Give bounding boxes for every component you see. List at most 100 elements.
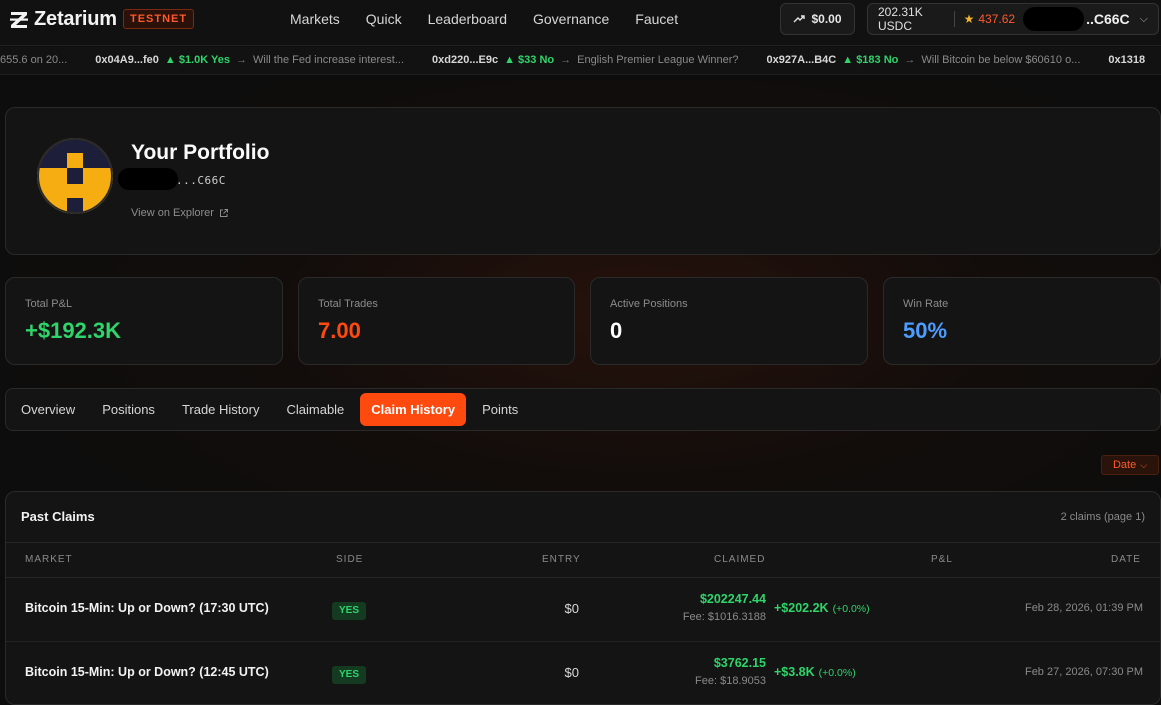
- stat-value: 7.00: [318, 318, 361, 343]
- arrow-right-icon: →: [560, 54, 572, 66]
- tab-trade-history[interactable]: Trade History: [171, 393, 271, 426]
- column-header-pnl: P&L: [931, 554, 953, 565]
- pnl-percent: (+0.0%): [818, 667, 856, 679]
- ticker-amount: ▲ $183 No: [842, 54, 899, 66]
- nav-leaderboard[interactable]: Leaderboard: [428, 11, 507, 27]
- fee-value: Fee: $1016.3188: [682, 611, 766, 623]
- brand-name: Zetarium: [34, 8, 117, 30]
- stat-total-trades: Total Trades 7.00: [298, 277, 575, 365]
- activity-ticker: 655.6 on 20... 0x04A9...fe0 ▲ $1.0K Yes …: [0, 47, 1161, 75]
- claimed-value: $202247.44: [699, 592, 766, 606]
- tab-claim-history[interactable]: Claim History: [360, 393, 467, 426]
- portfolio-header-card: Your Portfolio ...C66C View on Explorer: [5, 107, 1161, 255]
- stat-label: Active Positions: [610, 298, 688, 310]
- points-value: 437.62: [978, 12, 1016, 26]
- market-name: Bitcoin 15-Min: Up or Down? (17:30 UTC): [25, 601, 269, 615]
- ticker-item[interactable]: 0x927A...B4C ▲ $183 No → Will Bitcoin be…: [767, 54, 1081, 66]
- tab-positions[interactable]: Positions: [91, 393, 166, 426]
- column-header-market: MARKET: [25, 554, 73, 565]
- star-icon: ★: [963, 12, 975, 26]
- portfolio-tabs: Overview Positions Trade History Claimab…: [5, 388, 1161, 431]
- ticker-amount: ▲ $1.0K Yes: [164, 54, 231, 66]
- page-title: Your Portfolio: [131, 141, 270, 164]
- chevron-down-icon: ⌵: [1140, 459, 1148, 470]
- stat-label: Total Trades: [318, 298, 378, 310]
- stat-total-pnl: Total P&L +$192.3K: [5, 277, 283, 365]
- redacted-address: [1023, 7, 1085, 31]
- pnl-value: +$3.8K: [774, 665, 815, 679]
- claim-date: Feb 28, 2026, 01:39 PM: [1024, 602, 1143, 614]
- tab-claimable[interactable]: Claimable: [275, 393, 355, 426]
- external-link-icon: [219, 209, 228, 217]
- sort-date-dropdown[interactable]: Date ⌵: [1101, 455, 1159, 475]
- avatar: [37, 138, 113, 214]
- column-header-side: SIDE: [336, 554, 364, 565]
- view-on-explorer-link[interactable]: View on Explorer: [131, 207, 229, 219]
- stat-label: Win Rate: [903, 298, 949, 310]
- ticker-address: 0x1318: [1108, 54, 1146, 66]
- network-badge: TESTNET: [123, 9, 195, 29]
- pnl-button[interactable]: $0.00: [780, 3, 855, 35]
- nav-faucet[interactable]: Faucet: [635, 11, 678, 27]
- claim-date: Feb 27, 2026, 07:30 PM: [1024, 666, 1143, 678]
- wallet-address-suffix: ...C66C: [176, 174, 226, 187]
- arrow-right-icon: →: [904, 54, 916, 66]
- explorer-link-label: View on Explorer: [131, 207, 214, 219]
- past-claims-table: Past Claims 2 claims (page 1) MARKET SID…: [5, 491, 1161, 705]
- column-header-entry: ENTRY: [542, 554, 581, 565]
- side-badge: YES: [332, 666, 366, 684]
- redacted-address: [118, 168, 178, 190]
- tab-overview[interactable]: Overview: [10, 393, 86, 426]
- stat-active-positions: Active Positions 0: [590, 277, 868, 365]
- table-header: MARKET SIDE ENTRY CLAIMED P&L DATE: [6, 542, 1160, 578]
- identicon-icon: [37, 138, 113, 214]
- divider: [953, 11, 955, 27]
- sort-label: Date: [1112, 459, 1137, 471]
- nav-quick[interactable]: Quick: [366, 11, 402, 27]
- pnl-value: $0.00: [811, 12, 842, 26]
- table-row[interactable]: Bitcoin 15-Min: Up or Down? (12:45 UTC) …: [6, 642, 1160, 704]
- brand-logo[interactable]: Zetarium: [8, 8, 117, 31]
- entry-value: $0: [564, 601, 579, 616]
- ticker-address: 0x04A9...fe0: [95, 54, 159, 66]
- chevron-down-icon: ⌵: [1139, 12, 1148, 25]
- ticker-item[interactable]: 0x04A9...fe0 ▲ $1.0K Yes → Will the Fed …: [95, 54, 404, 66]
- pnl-value: +$202.2K: [774, 601, 829, 615]
- stat-win-rate: Win Rate 50%: [883, 277, 1161, 365]
- ticker-question: Will Bitcoin be below $60610 o...: [921, 54, 1081, 66]
- nav-governance[interactable]: Governance: [533, 11, 609, 27]
- stat-value: +$192.3K: [25, 318, 122, 343]
- top-navbar: Zetarium TESTNET Markets Quick Leaderboa…: [0, 0, 1161, 46]
- claims-count: 2 claims (page 1): [1060, 511, 1145, 523]
- main-nav: Markets Quick Leaderboard Governance Fau…: [290, 11, 678, 27]
- stat-label: Total P&L: [25, 298, 73, 310]
- pnl-cell: +$202.2K (+0.0%): [774, 601, 870, 615]
- market-name: Bitcoin 15-Min: Up or Down? (12:45 UTC): [25, 665, 269, 679]
- usdc-balance: 202.31K USDC: [878, 5, 923, 33]
- ticker-amount: ▲ $33 No: [504, 54, 555, 66]
- entry-value: $0: [564, 665, 579, 680]
- wallet-button[interactable]: 202.31K USDC ★ 437.62 ..C66C ⌵: [867, 3, 1159, 35]
- tab-points[interactable]: Points: [471, 393, 529, 426]
- nav-markets[interactable]: Markets: [290, 11, 340, 27]
- ticker-address: 0xd220...E9c: [432, 54, 499, 66]
- zetarium-logo-icon: [10, 11, 28, 28]
- ticker-lead-fragment: 655.6 on 20...: [0, 54, 68, 66]
- section-title: Past Claims: [21, 509, 95, 524]
- pnl-percent: (+0.0%): [832, 603, 870, 615]
- ticker-item[interactable]: 0xd220...E9c ▲ $33 No → English Premier …: [432, 54, 739, 66]
- fee-value: Fee: $18.9053: [695, 675, 766, 687]
- stat-value: 0: [610, 318, 623, 343]
- column-header-date: DATE: [1111, 554, 1141, 565]
- stat-value: 50%: [903, 318, 948, 343]
- ticker-address: 0x927A...B4C: [766, 54, 837, 66]
- column-header-claimed: CLAIMED: [714, 554, 766, 565]
- wallet-address: ..C66C: [1086, 11, 1130, 27]
- ticker-track: 655.6 on 20... 0x04A9...fe0 ▲ $1.0K Yes …: [0, 54, 1161, 66]
- claimed-value: $3762.15: [713, 656, 766, 670]
- ticker-question: English Premier League Winner?: [577, 54, 739, 66]
- arrow-right-icon: →: [236, 54, 248, 66]
- ticker-question: Will the Fed increase interest...: [253, 54, 405, 66]
- table-row[interactable]: Bitcoin 15-Min: Up or Down? (17:30 UTC) …: [6, 578, 1160, 642]
- ticker-item[interactable]: 0x1318: [1108, 54, 1151, 66]
